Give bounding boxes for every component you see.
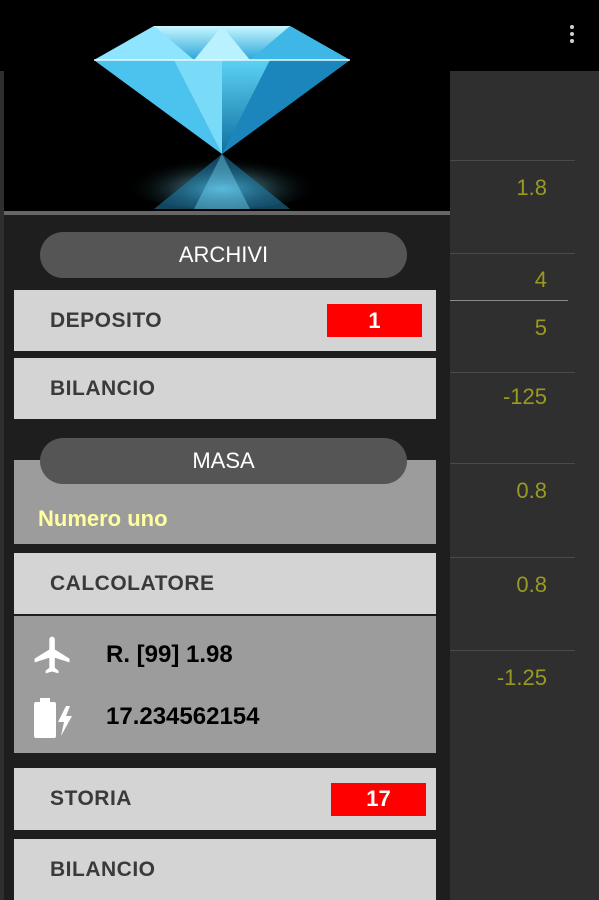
row-divider (450, 160, 575, 161)
menu-item-label: BILANCIO (50, 857, 156, 881)
airplane-icon (28, 630, 78, 680)
count-badge: 1 (327, 304, 422, 337)
menu-item-calcolatore[interactable]: CALCOLATORE (14, 553, 436, 614)
section-header-archivi: ARCHIVI (40, 232, 407, 278)
status-panel: R. [99] 1.98 17.234562154 (14, 616, 436, 753)
header-divider (4, 211, 450, 215)
menu-item-label: DEPOSITO (50, 308, 163, 332)
flight-info-row: R. [99] 1.98 (28, 630, 233, 680)
menu-item-label: BILANCIO (50, 376, 156, 400)
menu-item-deposito[interactable]: DEPOSITO 1 (14, 290, 436, 351)
menu-item-storia[interactable]: STORIA 17 (14, 768, 436, 830)
battery-info-row: 17.234562154 (28, 692, 260, 742)
drawer-header (4, 4, 450, 211)
menu-item-bilancio-2[interactable]: BILANCIO (14, 839, 436, 900)
row-divider (450, 300, 568, 301)
row-divider (450, 253, 575, 254)
row-divider (450, 372, 575, 373)
row-divider (450, 557, 575, 558)
battery-info-text: 17.234562154 (106, 703, 260, 730)
menu-item-label: CALCOLATORE (50, 571, 215, 595)
diamond-image (4, 4, 450, 211)
menu-item-bilancio[interactable]: BILANCIO (14, 358, 436, 419)
masa-subtitle: Numero uno (38, 506, 168, 531)
flight-info-text: R. [99] 1.98 (106, 641, 233, 668)
navigation-drawer: ARCHIVI DEPOSITO 1 BILANCIO Numero uno M… (4, 4, 450, 900)
battery-charging-icon (28, 692, 78, 742)
row-divider (450, 463, 575, 464)
menu-item-label: STORIA (50, 787, 132, 810)
section-header-masa: MASA (40, 438, 407, 484)
count-badge: 17 (331, 782, 426, 816)
row-divider (450, 650, 575, 651)
overflow-menu-icon[interactable] (565, 22, 579, 52)
